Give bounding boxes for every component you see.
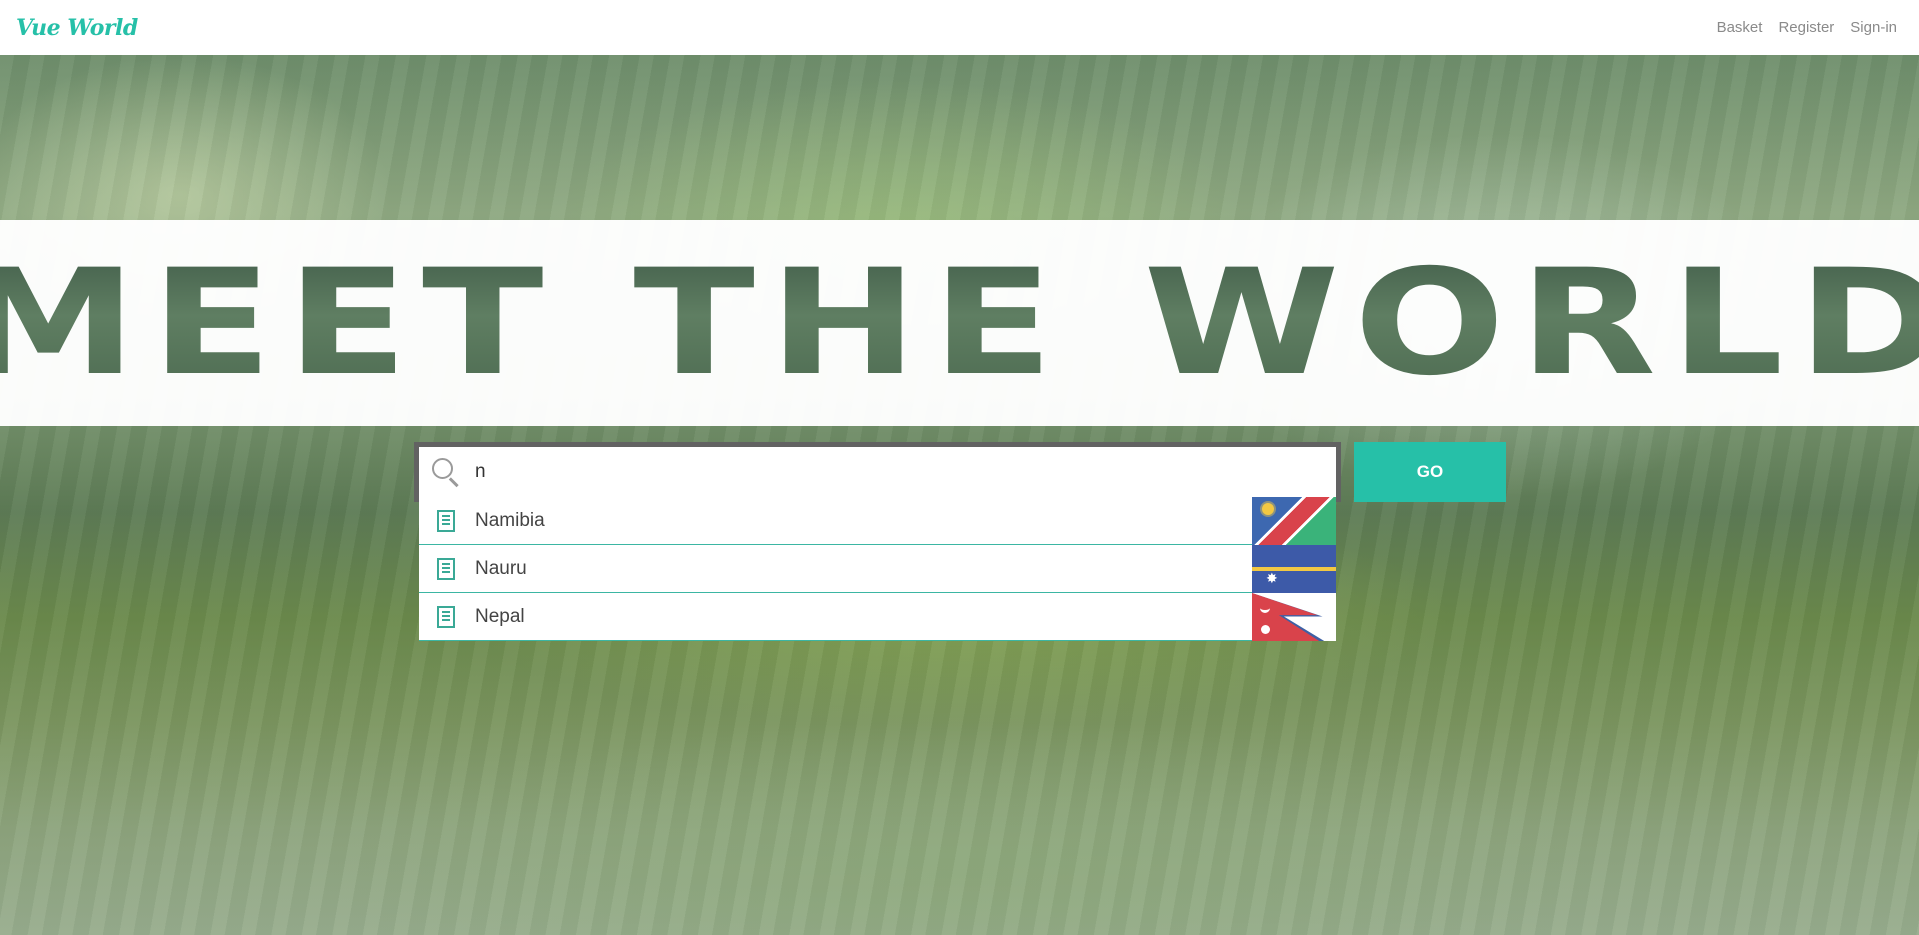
hero-title: MEET THE WORLD <box>0 250 1919 396</box>
suggestion-namibia[interactable]: Namibia <box>419 497 1336 545</box>
nav-link-basket[interactable]: Basket <box>1717 19 1763 36</box>
building-icon <box>437 509 455 532</box>
suggestion-nauru[interactable]: Nauru ✸ <box>419 545 1336 593</box>
search-suggestions: Namibia Nauru ✸ Nepal <box>419 497 1336 641</box>
building-icon <box>437 557 455 580</box>
nauru-flag-icon: ✸ <box>1252 545 1336 593</box>
nepal-flag-icon <box>1252 593 1336 641</box>
search-input[interactable] <box>475 452 1315 492</box>
suggestion-label: Nepal <box>475 605 525 627</box>
go-button[interactable]: GO <box>1354 442 1506 502</box>
hero-banner: MEET THE WORLD <box>0 220 1919 426</box>
suggestion-label: Nauru <box>475 557 527 579</box>
nav-links: Basket Register Sign-in <box>1717 19 1897 36</box>
navbar: Vue World Basket Register Sign-in <box>0 0 1919 55</box>
nav-link-sign-in[interactable]: Sign-in <box>1850 19 1897 36</box>
suggestion-nepal[interactable]: Nepal <box>419 593 1336 641</box>
search-icon <box>429 455 463 489</box>
nav-link-register[interactable]: Register <box>1778 19 1834 36</box>
suggestion-label: Namibia <box>475 509 545 531</box>
namibia-flag-icon <box>1252 497 1336 545</box>
search-box <box>414 442 1341 502</box>
building-icon <box>437 605 455 628</box>
logo[interactable]: Vue World <box>16 15 138 41</box>
